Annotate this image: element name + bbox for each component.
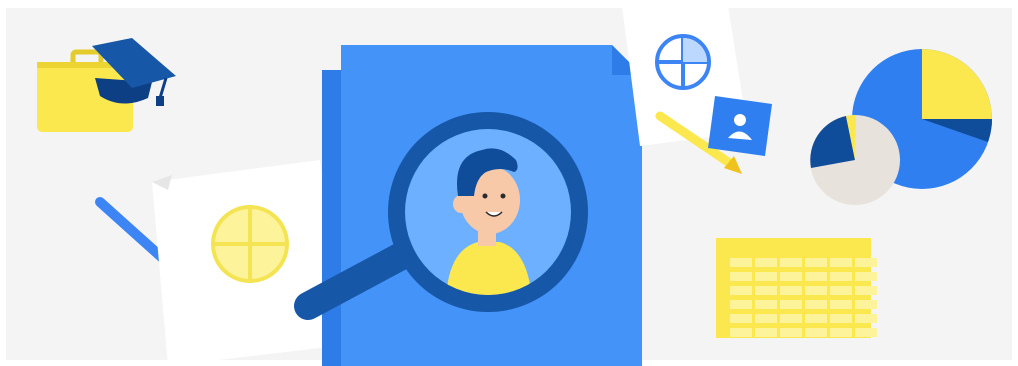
spreadsheet-cell: [730, 314, 752, 323]
spreadsheet-cell: [830, 300, 852, 309]
spreadsheet-cell: [780, 300, 802, 309]
spreadsheet-cell: [755, 258, 777, 267]
pie-chart-icon: [655, 34, 711, 90]
spreadsheet-cell: [805, 300, 827, 309]
spreadsheet-cell: [755, 314, 777, 323]
spreadsheet-cell: [755, 328, 777, 337]
spreadsheet-cell: [830, 328, 852, 337]
spreadsheet-cell: [730, 258, 752, 267]
spreadsheet-cell: [755, 286, 777, 295]
spreadsheet-icon: [716, 238, 877, 338]
spreadsheet-cell: [805, 328, 827, 337]
spreadsheet-cell: [805, 286, 827, 295]
spreadsheet-cell: [830, 258, 852, 267]
user-card-icon: [708, 96, 772, 156]
spreadsheet-cell: [755, 272, 777, 281]
spreadsheet-cell: [855, 286, 877, 295]
pie-chart-icon: [810, 114, 900, 205]
spreadsheet-cell: [755, 300, 777, 309]
spreadsheet-cell: [730, 300, 752, 309]
spreadsheet-cell: [805, 258, 827, 267]
spreadsheet-cell: [780, 286, 802, 295]
pie-chart-icon: [211, 205, 289, 283]
spreadsheet-cell: [730, 272, 752, 281]
spreadsheet-cell: [830, 272, 852, 281]
spreadsheet-cell: [780, 272, 802, 281]
spreadsheet-cell: [780, 328, 802, 337]
spreadsheet-cell: [805, 314, 827, 323]
spreadsheet-cell: [855, 328, 877, 337]
spreadsheet-cell: [855, 272, 877, 281]
spreadsheet-cell: [855, 300, 877, 309]
spreadsheet-cell: [855, 258, 877, 267]
spreadsheet-cell: [780, 258, 802, 267]
spreadsheet-cell: [830, 286, 852, 295]
spreadsheet-cell: [855, 314, 877, 323]
spreadsheet-cell: [730, 286, 752, 295]
spreadsheet-cell: [730, 328, 752, 337]
spreadsheet-cell: [780, 314, 802, 323]
spreadsheet-cell: [805, 272, 827, 281]
hr-recruitment-illustration: [0, 0, 1018, 366]
illustration-canvas: [0, 0, 1018, 366]
spreadsheet-cell: [830, 314, 852, 323]
